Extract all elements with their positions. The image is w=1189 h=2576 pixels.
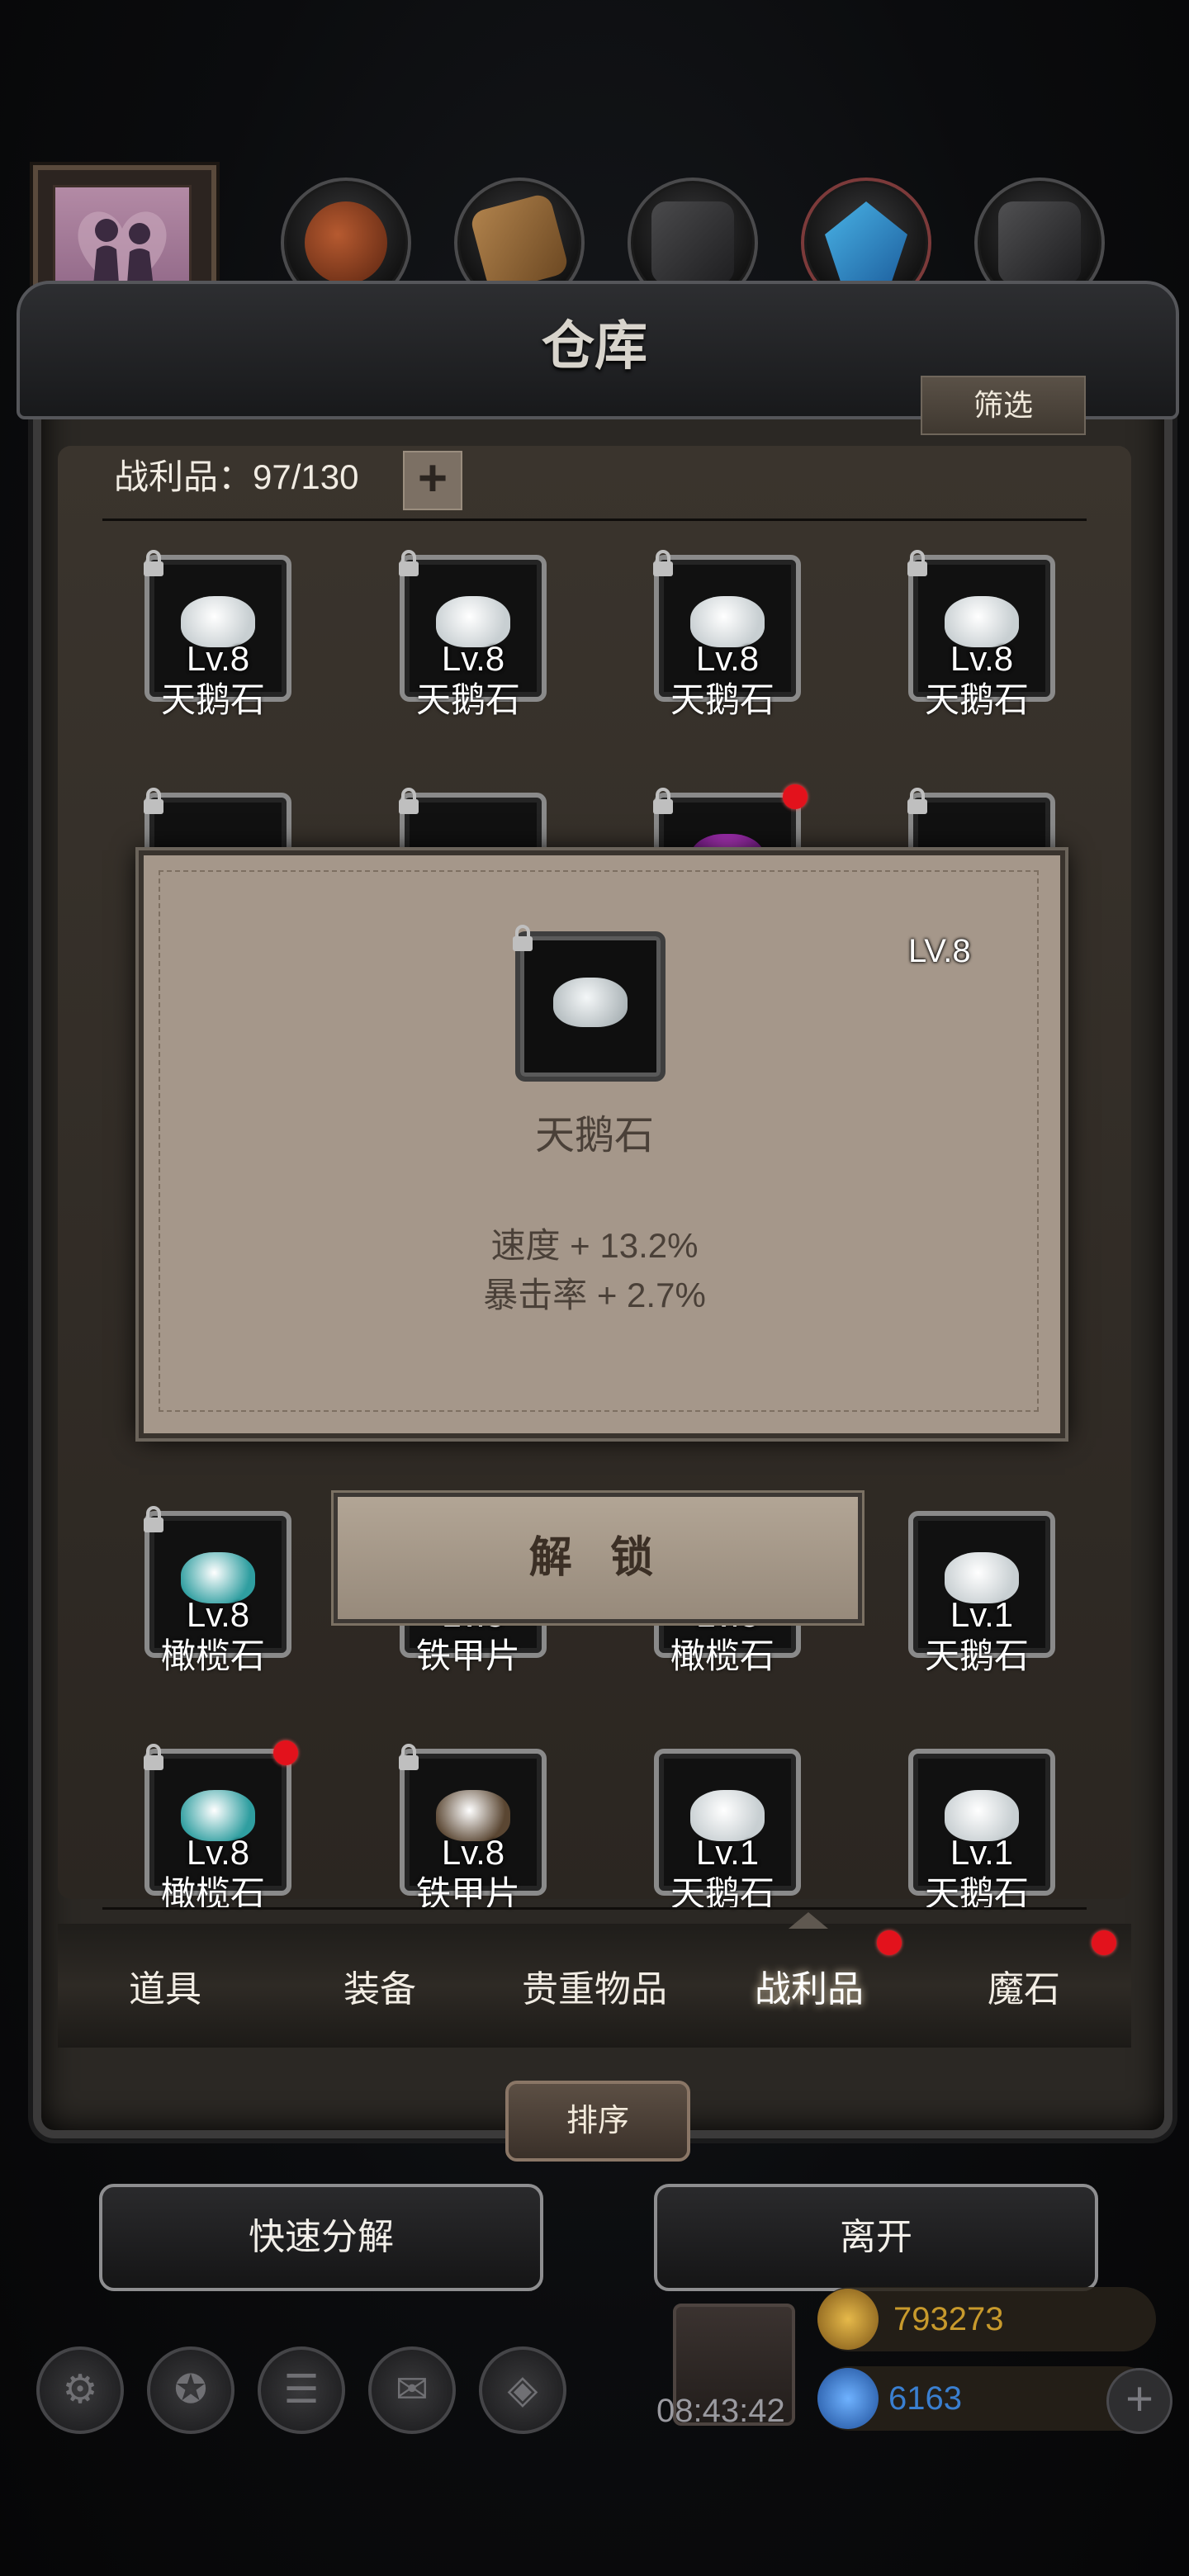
item-name: 橄榄石 bbox=[670, 1636, 775, 1675]
gold-coin-icon bbox=[817, 2289, 879, 2350]
divider bbox=[102, 519, 1087, 521]
add-gems-button[interactable]: + bbox=[1106, 2368, 1172, 2434]
clock: 08:43:42 bbox=[656, 2393, 785, 2429]
map-icon: ◈ bbox=[507, 2368, 538, 2412]
item-name: 天鹅石 bbox=[670, 680, 775, 719]
inventory-count: 战利品：97/130 bbox=[114, 457, 359, 496]
lock-icon bbox=[399, 788, 419, 814]
lock-icon bbox=[144, 1744, 163, 1770]
item-name: 天鹅石 bbox=[160, 680, 265, 719]
stone-icon bbox=[651, 201, 734, 284]
mail-icon: ✉ bbox=[395, 2368, 429, 2412]
wood-icon bbox=[468, 192, 571, 294]
hud-map-button[interactable]: ◈ bbox=[479, 2346, 566, 2434]
ore-icon bbox=[998, 201, 1081, 284]
tab-notification-dot bbox=[1092, 1930, 1116, 1955]
lock-icon bbox=[144, 550, 163, 576]
hud-mail-button[interactable]: ✉ bbox=[368, 2346, 456, 2434]
unlock-button[interactable]: 解 锁 bbox=[334, 1493, 862, 1623]
lock-icon bbox=[653, 550, 673, 576]
tab-2[interactable]: 贵重物品 bbox=[495, 1957, 694, 2023]
swan-stone-icon bbox=[553, 978, 628, 1027]
lock-icon bbox=[907, 788, 927, 814]
divider bbox=[102, 1907, 1087, 1910]
detail-stat-speed: 速度 + 13.2% bbox=[490, 1226, 699, 1265]
detail-stat-crit: 暴击率 + 2.7% bbox=[483, 1276, 706, 1314]
item-name: 橄榄石 bbox=[160, 1636, 265, 1675]
filter-button[interactable]: 筛选 bbox=[921, 376, 1086, 435]
expand-capacity-button[interactable]: + bbox=[403, 451, 462, 510]
detail-name: 天鹅石 bbox=[534, 1114, 654, 1158]
book-icon: ☰ bbox=[283, 2368, 320, 2412]
gem-amount: 6163 bbox=[888, 2380, 962, 2417]
leave-button[interactable]: 离开 bbox=[654, 2184, 1098, 2291]
lock-icon bbox=[513, 925, 533, 951]
quick-decompose-button[interactable]: 快速分解 bbox=[99, 2184, 543, 2291]
hud-book-button[interactable]: ☰ bbox=[258, 2346, 345, 2434]
lock-icon bbox=[907, 550, 927, 576]
tab-3[interactable]: 战利品 bbox=[710, 1957, 908, 2023]
item-name: 天鹅石 bbox=[924, 1636, 1029, 1675]
new-badge bbox=[783, 784, 808, 809]
tab-1[interactable]: 装备 bbox=[281, 1957, 479, 2023]
item-name: 天鹅石 bbox=[415, 680, 520, 719]
badge-icon: ✪ bbox=[173, 2368, 208, 2412]
lock-icon bbox=[399, 550, 419, 576]
lock-icon bbox=[653, 788, 673, 814]
lock-icon bbox=[144, 1506, 163, 1532]
active-tab-indicator bbox=[789, 1912, 828, 1929]
detail-level: LV.8 bbox=[908, 933, 971, 969]
gold-amount: 793273 bbox=[893, 2301, 1004, 2337]
item-name: 天鹅石 bbox=[924, 680, 1029, 719]
sort-button[interactable]: 排序 bbox=[505, 2081, 690, 2162]
tab-4[interactable]: 魔石 bbox=[925, 1957, 1123, 2023]
hud-badge-button[interactable]: ✪ bbox=[147, 2346, 234, 2434]
tab-0[interactable]: 道具 bbox=[66, 1957, 264, 2023]
lock-icon bbox=[144, 788, 163, 814]
tab-notification-dot bbox=[877, 1930, 902, 1955]
detail-item-slot bbox=[513, 925, 666, 1082]
lock-icon bbox=[399, 1744, 419, 1770]
page-title: 仓库 bbox=[542, 315, 647, 377]
hud-settings-button[interactable]: ⚙ bbox=[36, 2346, 124, 2434]
item-name: 铁甲片 bbox=[415, 1636, 520, 1675]
new-badge bbox=[273, 1740, 298, 1765]
crystal-icon bbox=[825, 201, 907, 284]
gem-icon bbox=[817, 2368, 879, 2429]
gear-icon: ⚙ bbox=[62, 2368, 98, 2412]
leather-icon bbox=[305, 201, 387, 284]
